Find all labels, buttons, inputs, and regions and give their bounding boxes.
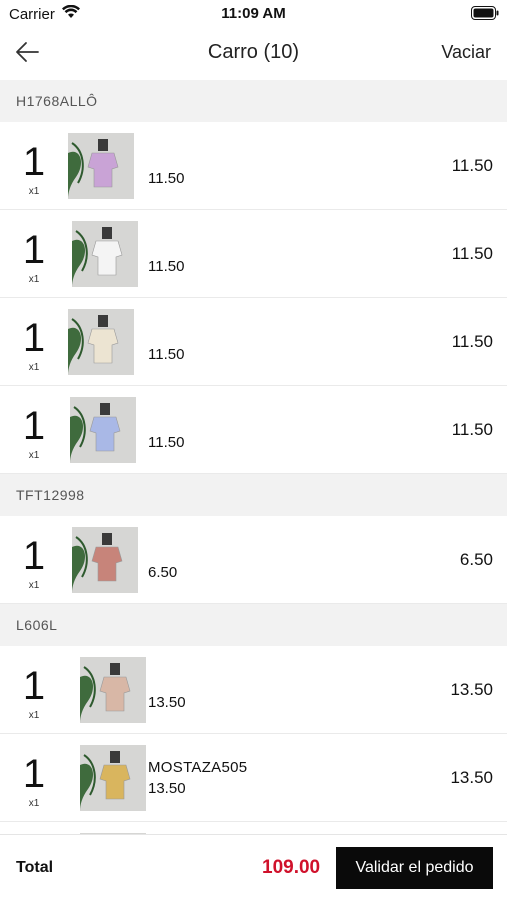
item-details: 11.50	[148, 210, 184, 298]
item-quantity[interactable]: 1	[18, 316, 50, 360]
cart-item-row[interactable]	[0, 822, 507, 834]
product-thumbnail	[70, 397, 136, 463]
product-thumbnail	[80, 745, 146, 811]
item-line-total: 13.50	[450, 680, 493, 699]
battery-icon	[471, 6, 499, 25]
total-value: 109.00	[262, 857, 321, 878]
item-line-total: 6.50	[459, 550, 493, 569]
section-header: L606L	[0, 604, 507, 646]
item-details: 11.50	[148, 122, 184, 210]
item-unit-price: 6.50	[148, 563, 178, 581]
cart-item-row[interactable]: 1 x1 6.50 6.50	[0, 516, 507, 604]
item-unit-price: 13.50	[148, 780, 186, 797]
clock: 11:09 AM	[221, 5, 286, 22]
item-quantity[interactable]: 1	[18, 140, 50, 184]
item-unit-multiplier: x1	[28, 274, 40, 285]
item-quantity[interactable]: 1	[18, 752, 50, 796]
item-quantity[interactable]: 1	[18, 664, 50, 708]
item-line-total: 13.50	[450, 768, 493, 787]
cart-item-row[interactable]: 1 x1 11.50 11.50	[0, 122, 507, 210]
checkout-button[interactable]: Validar el pedido	[336, 847, 493, 889]
item-unit-multiplier: x1	[28, 362, 40, 373]
item-details: 11.50	[148, 298, 184, 386]
cart-list[interactable]: H1768ALLÔ 1 x1 11.50 11.50 1 x1 11.50 11.50 1 x1 11…	[0, 80, 507, 834]
item-details: 11.50	[148, 386, 184, 474]
cart-item-row[interactable]: 1 x1 11.50 11.50	[0, 210, 507, 298]
checkout-footer: Total 109.00 Validar el pedido	[0, 834, 507, 900]
total-label: Total	[16, 859, 54, 876]
item-details: 13.50	[148, 646, 186, 734]
item-quantity[interactable]: 1	[18, 404, 50, 448]
product-thumbnail	[72, 527, 138, 593]
cart-item-row[interactable]: 1 x1 MOSTAZA505 13.50 13.50	[0, 734, 507, 822]
item-unit-multiplier: x1	[28, 710, 40, 721]
page-title: Carro (10)	[207, 41, 300, 63]
item-unit-price: 11.50	[148, 433, 185, 451]
cart-item-row[interactable]: 1 x1 11.50 11.50	[0, 386, 507, 474]
product-thumbnail	[68, 133, 134, 199]
item-unit-price: 13.50	[148, 693, 186, 711]
item-reference: MOSTAZA505	[148, 759, 248, 776]
section-header: TFT12998	[0, 474, 507, 516]
item-unit-price: 11.50	[148, 169, 185, 187]
item-details: 6.50	[148, 516, 177, 604]
cart-item-row[interactable]: 1 x1 13.50 13.50	[0, 646, 507, 734]
item-unit-price: 11.50	[148, 257, 185, 275]
item-quantity[interactable]: 1	[18, 228, 50, 272]
item-line-total: 11.50	[451, 156, 493, 175]
item-quantity[interactable]: 1	[18, 534, 50, 578]
product-thumbnail	[72, 221, 138, 287]
status-bar: Carrier 11:09 AM	[0, 0, 507, 28]
section-header: H1768ALLÔ	[0, 80, 507, 122]
item-unit-multiplier: x1	[28, 798, 40, 809]
item-unit-multiplier: x1	[28, 580, 40, 591]
nav-bar: Carro (10) Vaciar	[0, 28, 507, 80]
item-line-total: 11.50	[451, 244, 493, 263]
product-thumbnail	[68, 309, 134, 375]
item-unit-multiplier: x1	[28, 450, 40, 461]
item-unit-price: 11.50	[148, 345, 185, 363]
cart-item-row[interactable]: 1 x1 11.50 11.50	[0, 298, 507, 386]
clear-cart-button[interactable]: Vaciar	[441, 42, 491, 63]
item-line-total: 11.50	[451, 420, 493, 439]
product-thumbnail	[80, 657, 146, 723]
item-line-total: 11.50	[451, 332, 493, 351]
item-details: MOSTAZA505 13.50	[148, 734, 247, 822]
item-unit-multiplier: x1	[28, 186, 40, 197]
